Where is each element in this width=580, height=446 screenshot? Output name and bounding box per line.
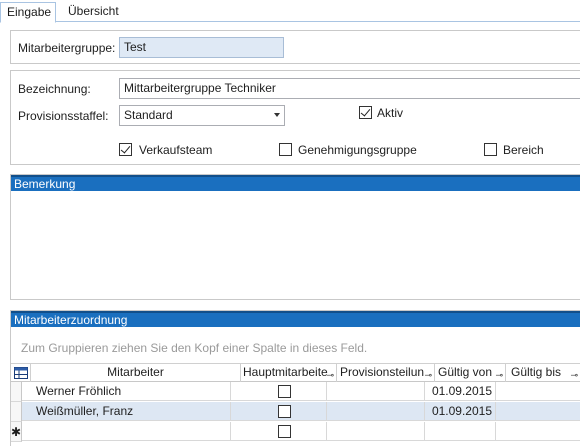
column-chooser-icon[interactable] (11, 364, 31, 382)
cell-gueltig-bis (496, 382, 580, 400)
name-label: Bezeichnung: (18, 82, 91, 96)
staffel-select[interactable]: Standard (119, 105, 285, 126)
group-field: Test (119, 37, 284, 58)
staffel-label: Provisionsstaffel: (18, 109, 109, 123)
new-row[interactable] (22, 422, 580, 441)
zuordnung-header: Mitarbeiterzuordnung (11, 311, 580, 327)
bemerkung-textarea[interactable] (11, 191, 579, 299)
verkaufsteam-label: Verkaufsteam (139, 143, 213, 157)
group-label: Mitarbeitergruppe: (18, 41, 116, 55)
cell-mitarbeiter (22, 422, 231, 440)
bereich-label: Bereich (503, 143, 544, 157)
hauptmitarbeiter-checkbox[interactable] (278, 425, 291, 438)
grid-header: Mitarbeiter Hauptmitarbeite ⊸ Provisions… (11, 363, 580, 382)
pin-icon[interactable]: ⊸ (326, 367, 334, 382)
table-row[interactable]: Werner Fröhlich 01.09.2015 (22, 382, 580, 401)
genehmigungsgruppe-label: Genehmigungsgruppe (298, 143, 417, 157)
column-header-gueltig-bis[interactable]: Gültig bis ⊸ (506, 364, 580, 382)
hauptmitarbeiter-checkbox[interactable] (278, 385, 291, 398)
verkaufsteam-checkbox[interactable] (119, 143, 132, 156)
new-row-indicator[interactable]: ✱ (11, 422, 22, 442)
tab-eingabe[interactable]: Eingabe (0, 2, 56, 23)
cell-gueltig-von (425, 422, 496, 440)
row-indicator[interactable] (11, 402, 22, 422)
cell-provisionsteilung (327, 422, 425, 440)
cell-gueltig-bis (496, 402, 580, 420)
cell-hauptmitarbeiter (231, 402, 327, 420)
pin-icon[interactable]: ⊸ (570, 367, 578, 382)
pin-icon[interactable]: ⊸ (424, 367, 432, 382)
cell-gueltig-bis (496, 422, 580, 440)
cell-provisionsteilung (327, 402, 425, 420)
column-header-hauptmitarbeiter[interactable]: Hauptmitarbeite ⊸ (241, 364, 337, 382)
table-row[interactable]: Weißmüller, Franz 01.09.2015 (22, 402, 580, 421)
column-header-gueltig-von[interactable]: Gültig von ⊸ (435, 364, 506, 382)
row-indicator[interactable] (11, 382, 22, 402)
column-header-mitarbeiter[interactable]: Mitarbeiter (31, 364, 241, 382)
staffel-value: Standard (124, 108, 173, 122)
cell-gueltig-von: 01.09.2015 (425, 402, 496, 420)
bemerkung-header: Bemerkung (11, 175, 580, 191)
hauptmitarbeiter-checkbox[interactable] (278, 405, 291, 418)
cell-mitarbeiter: Werner Fröhlich (22, 382, 231, 400)
pin-icon[interactable]: ⊸ (495, 367, 503, 382)
aktiv-checkbox[interactable] (359, 106, 372, 119)
bereich-checkbox[interactable] (484, 143, 497, 156)
cell-hauptmitarbeiter (231, 382, 327, 400)
asterisk-icon: ✱ (11, 425, 22, 439)
chevron-down-icon (274, 113, 280, 117)
tab-uebersicht[interactable]: Übersicht (62, 2, 125, 23)
column-header-provisionsteilung[interactable]: Provisionsteilun ⊸ (337, 364, 435, 382)
bemerkung-panel: Bemerkung (10, 174, 580, 300)
cell-gueltig-von: 01.09.2015 (425, 382, 496, 400)
genehmigungsgruppe-checkbox[interactable] (279, 143, 292, 156)
group-by-hint: Zum Gruppieren ziehen Sie den Kopf einer… (21, 341, 368, 355)
tab-bar: Eingabe Übersicht (0, 0, 580, 23)
cell-hauptmitarbeiter (231, 422, 327, 440)
cell-provisionsteilung (327, 382, 425, 400)
cell-mitarbeiter: Weißmüller, Franz (22, 402, 231, 420)
name-input[interactable]: Mittarbeitergruppe Techniker (119, 78, 580, 99)
aktiv-label: Aktiv (377, 106, 404, 120)
